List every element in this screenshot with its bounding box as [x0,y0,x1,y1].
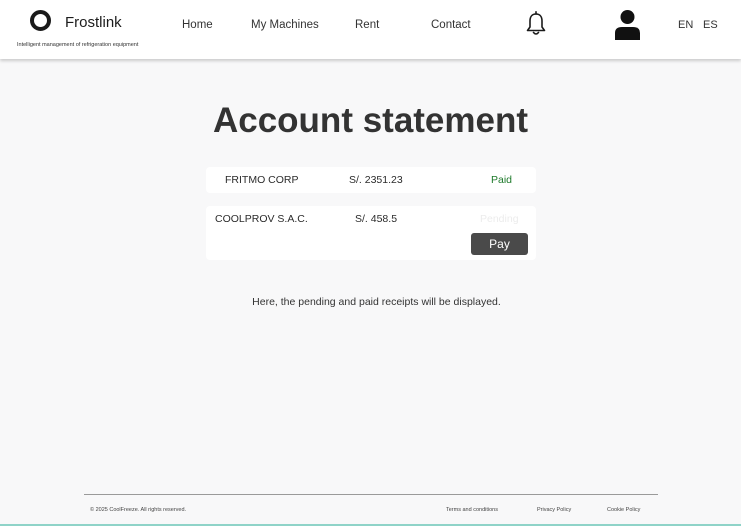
statement-company: COOLPROV S.A.C. [215,213,308,225]
top-navigation-bar: Frostlink Intelligent management of refr… [0,0,741,59]
info-text: Here, the pending and paid receipts will… [252,296,501,308]
brand-name[interactable]: Frostlink [65,14,122,31]
statement-company: FRITMO CORP [225,174,299,186]
nav-home-link[interactable]: Home [182,19,213,31]
status-badge-paid: Paid [491,174,513,186]
footer-divider [84,494,658,495]
user-icon[interactable] [614,9,641,41]
nav-rent-link[interactable]: Rent [355,19,379,31]
brand-tagline: Intelligent management of refrigeration … [17,42,139,48]
bell-icon[interactable] [525,11,547,37]
statement-amount: S/. 2351.23 [349,174,403,186]
statement-card: COOLPROV S.A.C. S/. 458.5 Pending Pay [206,206,536,260]
footer-privacy-link[interactable]: Privacy Policy [537,507,571,513]
footer-copyright: © 2025 CoolFreeze. All rights reserved. [90,507,187,513]
statement-amount: S/. 458.5 [355,213,398,225]
language-en-button[interactable]: EN [678,19,693,31]
ring-logo-icon[interactable] [30,10,51,31]
footer-cookie-link[interactable]: Cookie Policy [607,507,640,513]
footer-terms-link[interactable]: Terms and conditions [446,507,498,513]
pay-button[interactable]: Pay [471,233,528,255]
status-badge-pending: Pending [480,213,519,225]
nav-contact-link[interactable]: Contact [431,19,471,31]
statement-card: FRITMO CORP S/. 2351.23 Paid [206,167,536,193]
nav-my-machines-link[interactable]: My Machines [251,19,319,31]
language-es-button[interactable]: ES [703,19,718,31]
page-title: Account statement [212,101,529,140]
